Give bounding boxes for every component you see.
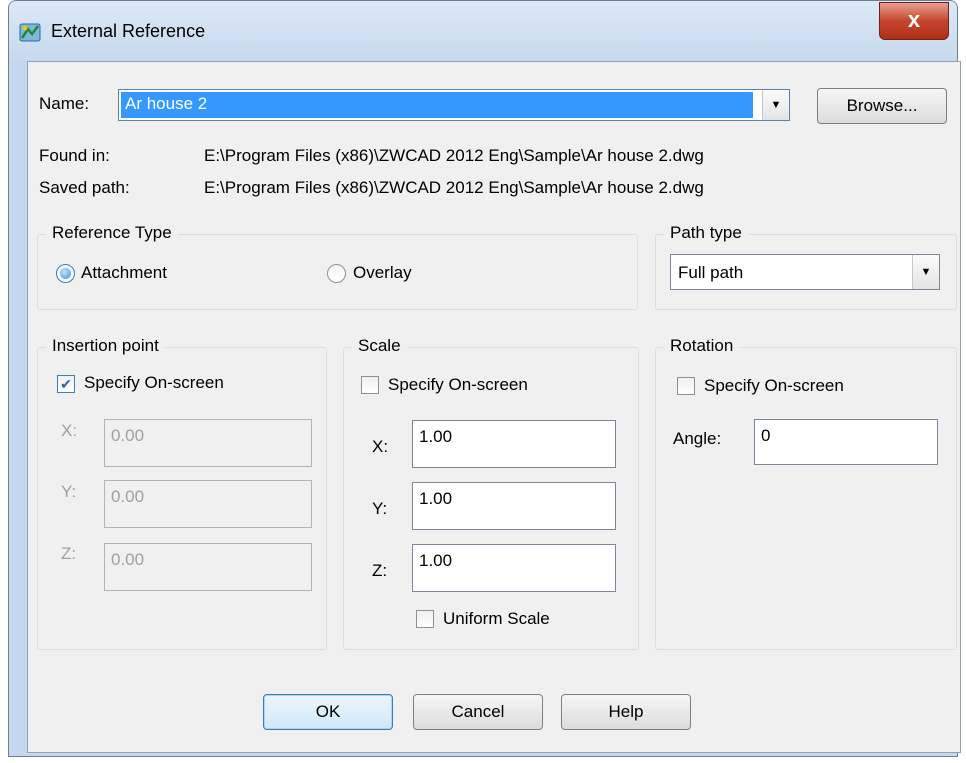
chevron-down-icon: ▼ bbox=[920, 266, 932, 278]
name-dropdown-button[interactable]: ▼ bbox=[762, 90, 789, 120]
rotation-specify-label[interactable]: Specify On-screen bbox=[704, 376, 844, 396]
rotation-title: Rotation bbox=[664, 336, 740, 356]
scale-title: Scale bbox=[352, 336, 407, 356]
scale-z-input[interactable]: 1.00 bbox=[412, 544, 616, 592]
close-icon: x bbox=[907, 7, 921, 32]
scale-specify-checkbox[interactable] bbox=[361, 376, 379, 394]
insertion-y-label: Y: bbox=[61, 482, 77, 501]
path-type-value: Full path bbox=[678, 263, 744, 282]
scale-z-label: Z: bbox=[372, 561, 388, 580]
path-type-combobox[interactable]: Full path ▼ bbox=[670, 254, 940, 290]
found-in-label: Found in: bbox=[39, 146, 110, 165]
rotation-group: Rotation Specify On-screen Angle: 0 bbox=[655, 336, 957, 650]
ok-button[interactable]: OK bbox=[263, 694, 393, 730]
insertion-z-label: Z: bbox=[61, 544, 77, 563]
app-icon bbox=[19, 23, 41, 42]
scale-y-input[interactable]: 1.00 bbox=[412, 482, 616, 530]
radio-selected-dot bbox=[60, 268, 71, 279]
scale-x-label: X: bbox=[372, 437, 389, 456]
overlay-radio[interactable] bbox=[327, 264, 346, 283]
scale-group: Scale Specify On-screen X: 1.00 Y: 1.00 … bbox=[343, 336, 639, 650]
close-button[interactable]: x bbox=[879, 2, 949, 40]
angle-label: Angle: bbox=[673, 429, 722, 448]
insertion-specify-checkbox[interactable]: ✔ bbox=[57, 375, 75, 393]
chevron-down-icon: ▼ bbox=[770, 99, 782, 111]
insertion-point-title: Insertion point bbox=[46, 336, 165, 356]
insertion-y-input[interactable]: 0.00 bbox=[104, 480, 312, 528]
insertion-point-group: Insertion point ✔ Specify On-screen X: 0… bbox=[37, 336, 327, 650]
scale-y-label: Y: bbox=[372, 499, 388, 518]
angle-input[interactable]: 0 bbox=[754, 419, 938, 465]
dialog-body: Name: Ar house 2 ▼ Browse... Found in: E… bbox=[27, 61, 961, 753]
insertion-z-input[interactable]: 0.00 bbox=[104, 543, 312, 591]
uniform-scale-label[interactable]: Uniform Scale bbox=[443, 609, 550, 629]
attachment-radio[interactable] bbox=[56, 264, 75, 283]
name-value: Ar house 2 bbox=[125, 94, 208, 113]
saved-path-value: E:\Program Files (x86)\ZWCAD 2012 Eng\Sa… bbox=[204, 178, 704, 197]
name-label: Name: bbox=[39, 94, 90, 113]
path-type-dropdown-button[interactable]: ▼ bbox=[912, 255, 939, 289]
reference-type-group: Reference Type Attachment Overlay bbox=[37, 223, 638, 310]
scale-specify-label[interactable]: Specify On-screen bbox=[388, 375, 528, 395]
insertion-specify-label[interactable]: Specify On-screen bbox=[84, 373, 224, 393]
overlay-label[interactable]: Overlay bbox=[353, 263, 412, 283]
rotation-specify-checkbox[interactable] bbox=[677, 377, 695, 395]
browse-button[interactable]: Browse... bbox=[817, 88, 947, 124]
window-title: External Reference bbox=[51, 21, 206, 41]
path-type-title: Path type bbox=[664, 223, 748, 243]
insertion-x-label: X: bbox=[61, 421, 78, 440]
cancel-button[interactable]: Cancel bbox=[413, 694, 543, 730]
help-button[interactable]: Help bbox=[561, 694, 691, 730]
attachment-label[interactable]: Attachment bbox=[81, 263, 167, 283]
dialog-window: External Reference x Name: Ar house 2 ▼ … bbox=[8, 0, 961, 757]
title-bar[interactable]: External Reference x bbox=[9, 1, 957, 61]
checkmark-icon: ✔ bbox=[60, 376, 72, 392]
saved-path-label: Saved path: bbox=[39, 178, 130, 197]
name-combobox[interactable]: Ar house 2 ▼ bbox=[118, 89, 790, 121]
path-type-group: Path type Full path ▼ bbox=[655, 223, 957, 310]
uniform-scale-checkbox[interactable] bbox=[416, 610, 434, 628]
insertion-x-input[interactable]: 0.00 bbox=[104, 419, 312, 467]
scale-x-input[interactable]: 1.00 bbox=[412, 420, 616, 468]
name-selection bbox=[121, 92, 753, 118]
reference-type-title: Reference Type bbox=[46, 223, 178, 243]
found-in-value: E:\Program Files (x86)\ZWCAD 2012 Eng\Sa… bbox=[204, 146, 704, 165]
